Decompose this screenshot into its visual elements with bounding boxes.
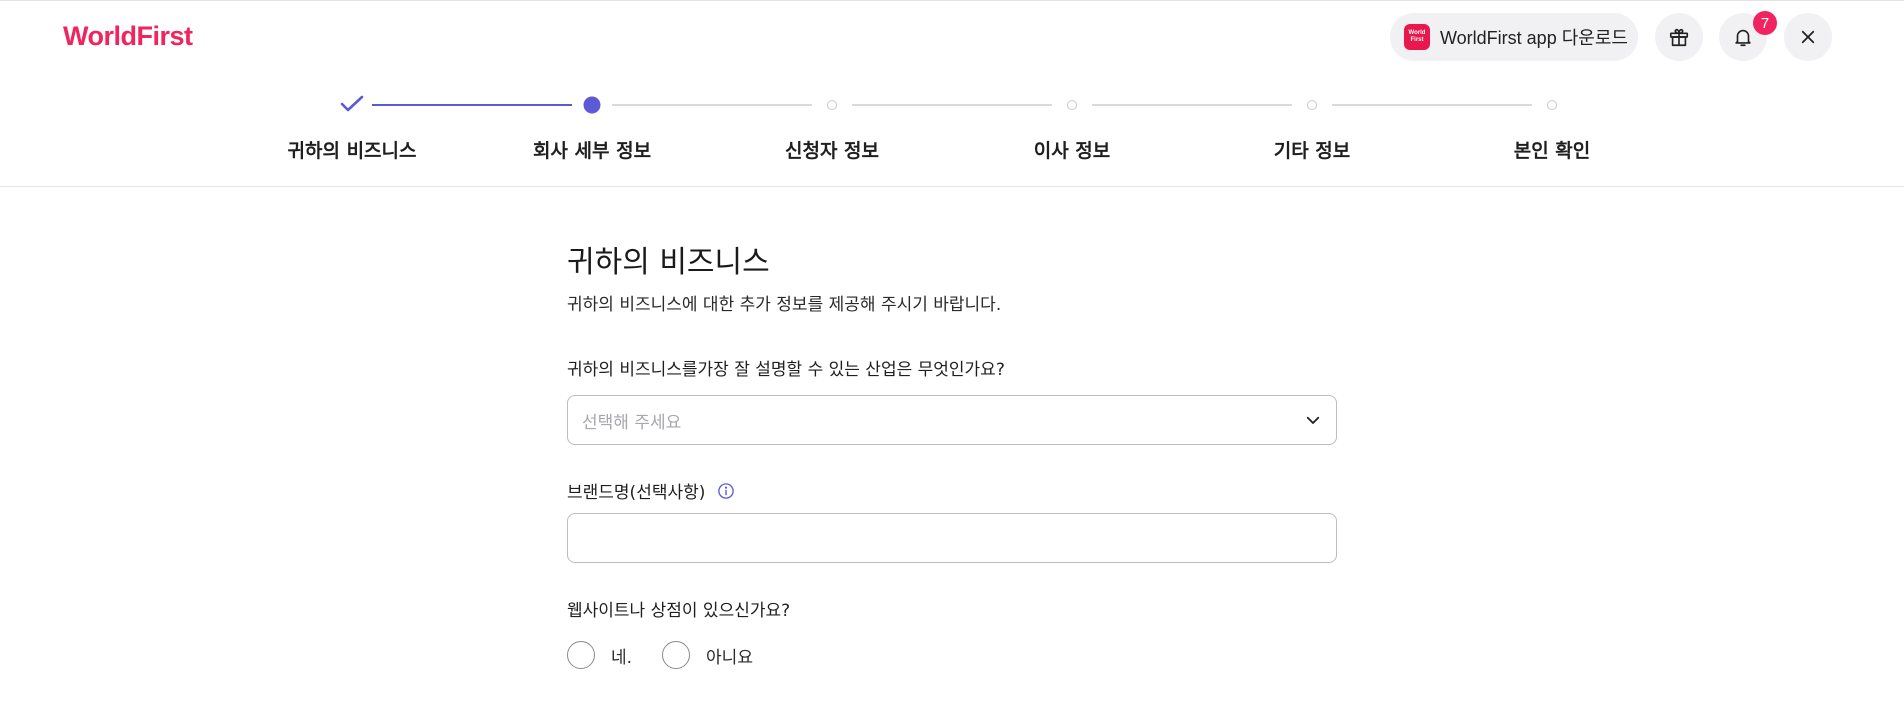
step-upcoming-dot — [827, 100, 837, 110]
step-upcoming-dot — [1307, 100, 1317, 110]
notification-count-badge: 7 — [1753, 11, 1777, 35]
brand-name-input[interactable] — [567, 513, 1337, 563]
industry-label: 귀하의 비즈니스를가장 잘 설명할 수 있는 산업은 무엇인가요? — [567, 360, 1005, 380]
bell-icon — [1735, 29, 1751, 47]
close-icon — [1801, 30, 1815, 44]
app-download-label: WorldFirst app 다운로드 — [1440, 28, 1628, 48]
step-current-dot — [583, 96, 601, 114]
radio-yes-label: 네. — [611, 647, 633, 668]
top-header: WorldFirst World First WorldFirst app 다운… — [0, 0, 1904, 72]
chevron-down-icon — [1306, 416, 1320, 424]
gift-button[interactable] — [1655, 13, 1703, 61]
worldfirst-app-icon: World First — [1404, 24, 1430, 50]
worldfirst-logo[interactable]: WorldFirst — [63, 21, 193, 52]
stepper-line — [1332, 104, 1532, 106]
page-subtitle: 귀하의 비즈니스에 대한 추가 정보를 제공해 주시기 바랍니다. — [567, 295, 1002, 315]
radio-yes[interactable] — [567, 641, 595, 669]
progress-stepper: 귀하의 비즈니스 회사 세부 정보 신청자 정보 이사 정보 기타 정보 본인 … — [0, 72, 1904, 187]
radio-no-label: 아니요 — [706, 647, 753, 668]
radio-no[interactable] — [662, 641, 691, 669]
step-upcoming-dot — [1547, 100, 1557, 110]
close-button[interactable] — [1784, 13, 1832, 61]
step-label-your-business: 귀하의 비즈니스 — [287, 140, 417, 162]
step-label-applicant-info: 신청자 정보 — [784, 140, 880, 162]
website-radio-group: 네. 아니요 — [567, 641, 783, 669]
step-complete-check-icon — [340, 95, 364, 112]
step-label-other-info: 기타 정보 — [1273, 140, 1351, 162]
page-title: 귀하의 비즈니스 — [567, 245, 770, 280]
industry-select[interactable]: 선택해 주세요 — [567, 395, 1337, 445]
step-upcoming-dot — [1067, 100, 1077, 110]
stepper-line — [1092, 104, 1292, 106]
stepper-line-completed — [372, 104, 572, 106]
gift-icon — [1669, 28, 1689, 47]
website-yes-option[interactable]: 네. — [567, 641, 632, 669]
step-label-director-info: 이사 정보 — [1033, 140, 1111, 162]
stepper-line — [852, 104, 1052, 106]
website-no-option[interactable]: 아니요 — [662, 641, 753, 669]
app-download-button[interactable]: World First WorldFirst app 다운로드 — [1390, 13, 1638, 61]
info-icon[interactable] — [717, 482, 735, 500]
industry-select-placeholder: 선택해 주세요 — [582, 412, 682, 433]
step-label-identity-verification: 본인 확인 — [1513, 140, 1591, 162]
step-label-company-details: 회사 세부 정보 — [532, 140, 652, 162]
brand-name-label: 브랜드명(선택사항) — [567, 478, 735, 503]
stepper-line — [612, 104, 812, 106]
website-question-label: 웹사이트나 상점이 있으신가요? — [567, 601, 791, 621]
